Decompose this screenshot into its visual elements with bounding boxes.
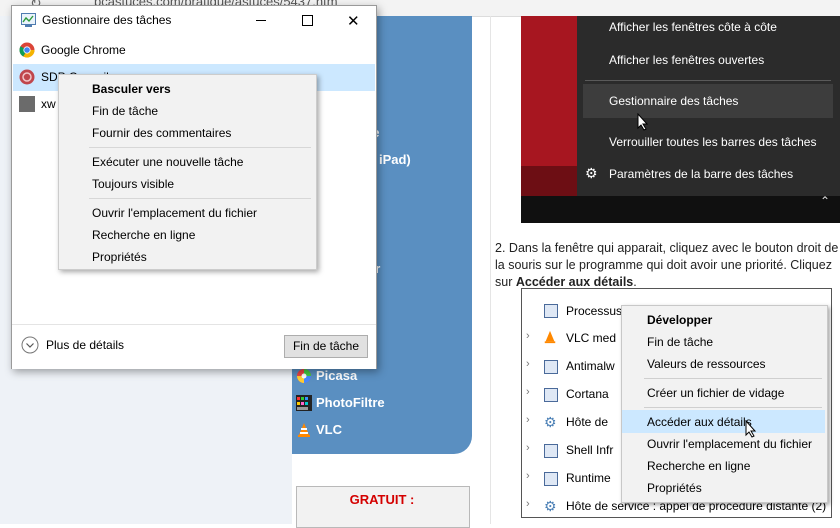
menu-separator xyxy=(89,147,311,148)
chrome-icon xyxy=(19,42,35,58)
taskbar-menu-item-task-manager[interactable]: Gestionnaire des tâches xyxy=(609,94,738,108)
chevron-right-icon[interactable]: › xyxy=(526,386,530,398)
end-task-button[interactable]: Fin de tâche xyxy=(284,335,368,358)
gear-icon: ⚙ xyxy=(585,165,598,181)
process-row-label: Cortana xyxy=(566,387,609,401)
details-menu-item[interactable]: Recherche en ligne xyxy=(647,459,750,473)
taskbar-menu-item[interactable]: Afficher les fenêtres côte à côte xyxy=(609,20,777,34)
sdp-app-icon xyxy=(19,69,35,85)
process-context-menu: Basculer vers Fin de tâche Fournir des c… xyxy=(58,74,317,270)
minimize-icon xyxy=(256,20,266,21)
software-link-label: VLC xyxy=(316,422,342,437)
picasa-icon xyxy=(296,368,312,384)
chevron-right-icon[interactable]: › xyxy=(526,330,530,342)
context-menu-item-switch-to[interactable]: Basculer vers xyxy=(92,82,171,96)
taskbar-context-menu xyxy=(577,16,840,223)
chevron-right-icon[interactable]: › xyxy=(526,358,530,370)
step-text-end: . xyxy=(633,275,637,289)
process-item[interactable]: Google Chrome xyxy=(12,37,376,64)
details-menu-item[interactable]: Propriétés xyxy=(647,481,702,495)
step-bold-text: Accéder aux détails xyxy=(515,275,634,289)
gratuit-heading: GRATUIT : xyxy=(349,492,415,507)
process-row-label: Antimalw xyxy=(566,359,615,373)
window-title-bar[interactable]: Gestionnaire des tâches ✕ xyxy=(12,6,376,35)
app-window-icon xyxy=(544,388,558,402)
process-row-label: VLC med xyxy=(566,331,617,345)
maximize-button[interactable] xyxy=(284,6,330,35)
software-link-label: PhotoFiltre xyxy=(316,395,385,410)
chevron-right-icon[interactable]: › xyxy=(526,498,530,510)
gear-icon: ⚙ xyxy=(544,498,557,514)
details-menu-item[interactable]: Développer xyxy=(647,313,712,327)
chevron-right-icon[interactable]: › xyxy=(526,442,530,454)
menu-separator xyxy=(89,198,311,199)
process-name: Google Chrome xyxy=(41,43,126,57)
app-window-icon xyxy=(544,472,558,486)
content-divider xyxy=(490,16,491,524)
photofiltre-icon xyxy=(296,395,312,411)
app-window-icon xyxy=(544,444,558,458)
window-title: Gestionnaire des tâches xyxy=(42,13,172,27)
chevron-right-icon[interactable]: › xyxy=(526,414,530,426)
software-link-label: Picasa xyxy=(316,368,358,383)
context-menu-item-feedback[interactable]: Fournir des commentaires xyxy=(92,126,231,140)
taskbar-strip xyxy=(521,196,840,223)
chevron-up-icon: ⌃ xyxy=(820,194,831,208)
close-icon: ✕ xyxy=(347,13,360,30)
close-button[interactable]: ✕ xyxy=(330,6,376,35)
gear-icon: ⚙ xyxy=(544,414,557,430)
details-menu-item[interactable]: Valeurs de ressources xyxy=(647,357,766,371)
step-number: 2. xyxy=(495,241,506,255)
details-menu-item[interactable]: Ouvrir l'emplacement du fichier xyxy=(647,437,812,451)
menu-separator xyxy=(644,407,822,408)
process-row-label: Runtime xyxy=(566,471,611,485)
minimize-button[interactable] xyxy=(238,6,284,35)
taskbar-menu-screenshot xyxy=(521,16,840,223)
context-menu-item-properties[interactable]: Propriétés xyxy=(92,250,147,264)
app-window-icon xyxy=(544,360,558,374)
task-manager-icon xyxy=(21,13,36,27)
vlc-cone-icon xyxy=(543,330,557,344)
mouse-cursor-icon xyxy=(637,113,649,131)
details-menu-item-access-details[interactable]: Accéder aux détails xyxy=(647,415,752,429)
process-name: xw xyxy=(41,97,56,111)
instruction-step-2: 2. Dans la fenêtre qui apparait, cliquez… xyxy=(495,240,840,291)
window-footer: Plus de détails Fin de tâche xyxy=(12,324,376,369)
process-row-label: Processus xyxy=(566,304,623,318)
context-menu-item-search-online[interactable]: Recherche en ligne xyxy=(92,228,195,242)
taskbar-menu-item[interactable]: Verrouiller toutes les barres des tâches xyxy=(609,135,816,149)
more-details-link[interactable]: Plus de détails xyxy=(46,338,124,352)
details-menu-item[interactable]: Fin de tâche xyxy=(647,335,713,349)
chevron-right-icon[interactable]: › xyxy=(526,470,530,482)
menu-separator xyxy=(644,378,822,379)
vlc-cone-icon xyxy=(296,422,312,438)
process-row-label: Hôte de xyxy=(566,415,609,429)
context-menu-item-end-task[interactable]: Fin de tâche xyxy=(92,104,158,118)
details-menu-item[interactable]: Créer un fichier de vidage xyxy=(647,386,784,400)
context-menu-item-open-location[interactable]: Ouvrir l'emplacement du fichier xyxy=(92,206,257,220)
maximize-icon xyxy=(302,15,313,26)
mouse-cursor-icon xyxy=(745,420,757,438)
taskbar-menu-item-settings[interactable]: Paramètres de la barre des tâches xyxy=(609,167,793,181)
chevron-down-circle-icon[interactable] xyxy=(21,336,39,354)
thumbnail-icon xyxy=(19,96,35,112)
context-menu-item-run-new-task[interactable]: Exécuter une nouvelle tâche xyxy=(92,155,243,169)
app-window-icon xyxy=(544,304,558,318)
taskbar-menu-item[interactable]: Afficher les fenêtres ouvertes xyxy=(609,53,764,67)
menu-separator xyxy=(585,80,831,81)
context-menu-item-always-on-top[interactable]: Toujours visible xyxy=(92,177,174,191)
process-row-label: Shell Infr xyxy=(566,443,614,457)
